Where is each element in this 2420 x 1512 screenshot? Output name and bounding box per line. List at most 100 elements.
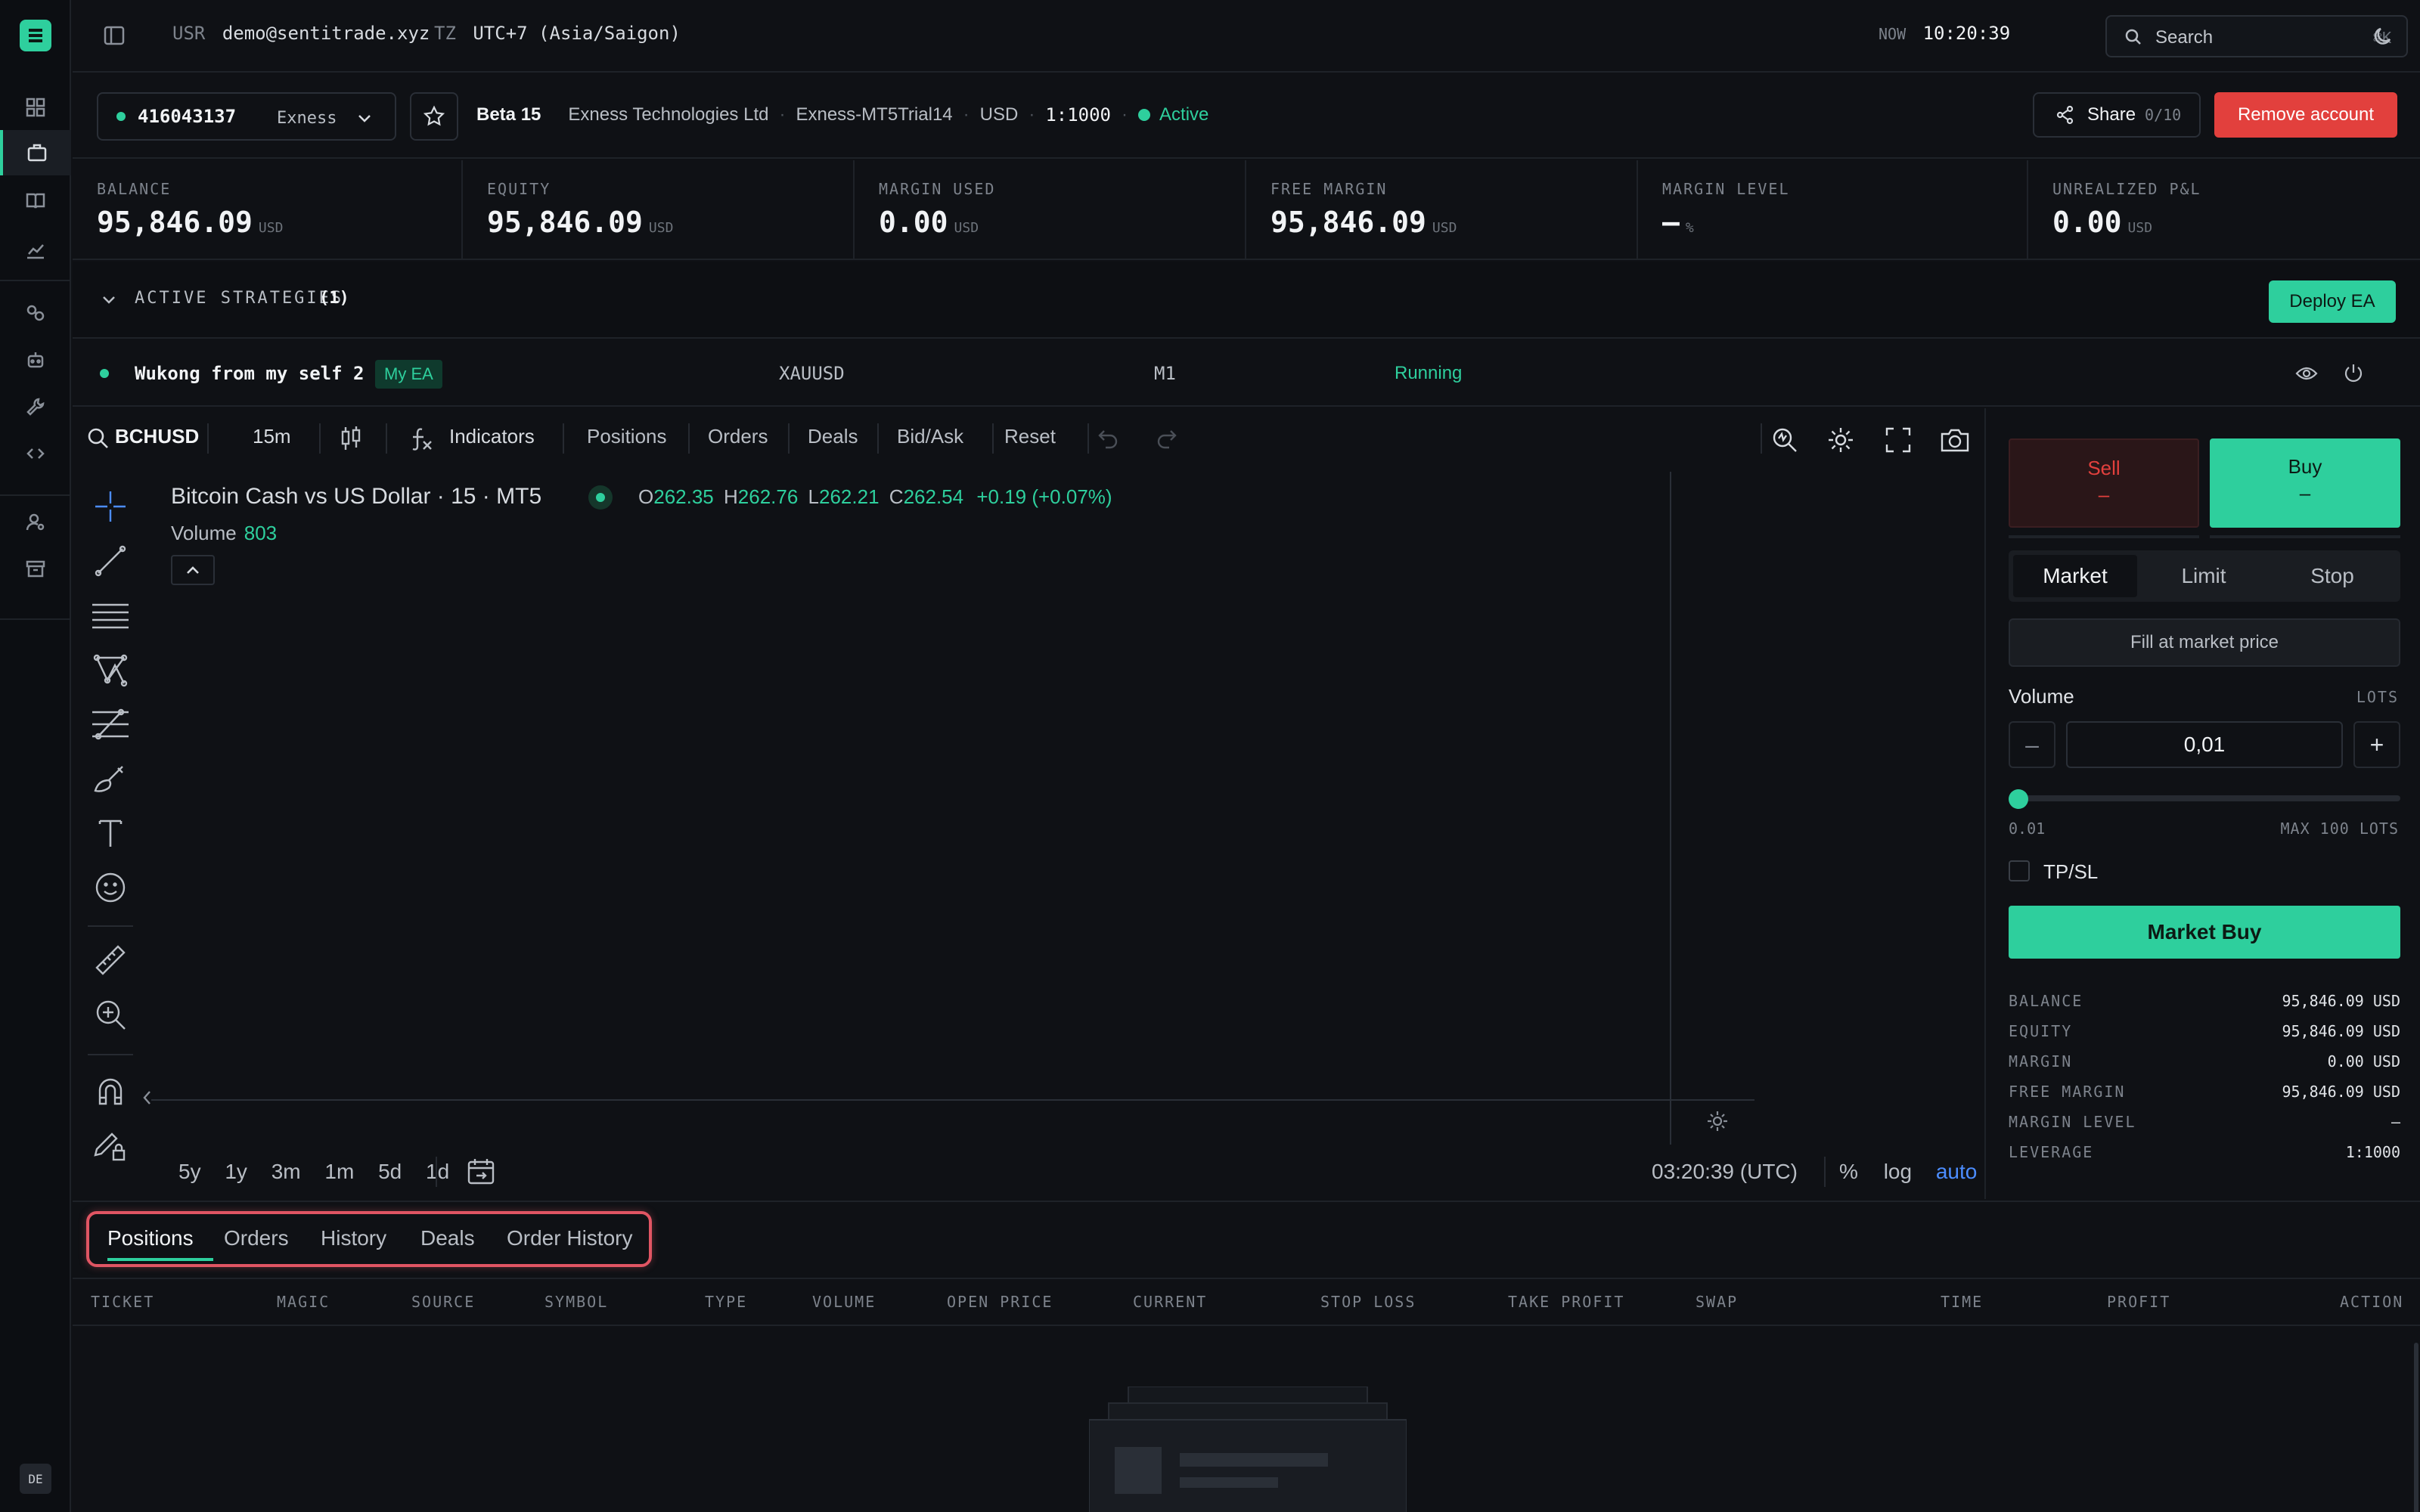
reset-button[interactable]: Reset (1004, 425, 1056, 448)
magnet-icon[interactable] (91, 1070, 130, 1110)
col-magic[interactable]: MAGIC (277, 1293, 330, 1311)
eye-icon[interactable] (2294, 361, 2319, 386)
ruler-icon[interactable] (91, 940, 130, 980)
toggle-bid-ask[interactable]: Bid/Ask (897, 425, 963, 448)
utc-time[interactable]: 03:20:39 (UTC) (1652, 1160, 1798, 1184)
text-icon[interactable] (91, 813, 130, 853)
volume-slider-handle[interactable] (2009, 789, 2028, 809)
tpsl-checkbox[interactable] (2009, 860, 2030, 881)
col-action[interactable]: ACTION (2340, 1293, 2403, 1311)
toggle-orders[interactable]: Orders (708, 425, 768, 448)
gear-icon[interactable] (1826, 425, 1856, 455)
lock-drawings-icon[interactable] (91, 1125, 130, 1164)
col-open-price[interactable]: OPEN PRICE (947, 1293, 1053, 1311)
fullscreen-icon[interactable] (1883, 425, 1913, 455)
indicators-button[interactable]: Indicators (449, 425, 535, 448)
link-icon[interactable] (0, 290, 71, 336)
strategy-row[interactable]: Wukong from my self 2 My EA XAUUSD M1 Ru… (73, 340, 2420, 407)
search-box[interactable]: Search ⌘K (2105, 15, 2408, 57)
wrench-icon[interactable] (0, 384, 71, 429)
tab-deals[interactable]: Deals (420, 1226, 475, 1250)
range-1y[interactable]: 1y (225, 1160, 247, 1183)
candles-icon[interactable] (339, 425, 363, 452)
col-stop-loss[interactable]: STOP LOSS (1320, 1293, 1416, 1311)
toggle-deals[interactable]: Deals (808, 425, 858, 448)
range-5y[interactable]: 5y (178, 1160, 201, 1183)
camera-icon[interactable] (1939, 425, 1971, 455)
buy-button[interactable]: Buy – (2210, 438, 2400, 528)
scrollbar[interactable] (2414, 1343, 2418, 1512)
remove-account-button[interactable]: Remove account (2214, 92, 2397, 138)
price-chart[interactable]: Bitcoin Cash vs US Dollar · 15 · MT5 O26… (143, 472, 1981, 1198)
tab-positions[interactable]: Positions (107, 1226, 194, 1250)
col-current[interactable]: CURRENT (1133, 1293, 1207, 1311)
favorite-button[interactable] (410, 92, 458, 141)
app-logo[interactable] (20, 20, 51, 51)
tab-stop[interactable]: Stop (2270, 555, 2394, 597)
ohlc-legend: O262.35 H262.76 L262.21 C262.54 +0.19 (+… (638, 485, 1112, 508)
search-icon[interactable] (86, 426, 110, 451)
auto-scale-toggle[interactable]: auto (1936, 1160, 1978, 1183)
redo-icon[interactable] (1154, 428, 1178, 449)
bot-icon[interactable] (0, 337, 71, 383)
undo-icon[interactable] (1097, 428, 1121, 449)
interval-select[interactable]: 15m (253, 425, 291, 448)
sidebar-toggle-icon[interactable] (103, 24, 126, 47)
trend-line-icon[interactable] (91, 541, 130, 581)
tab-orders[interactable]: Orders (224, 1226, 289, 1250)
col-take-profit[interactable]: TAKE PROFIT (1508, 1293, 1624, 1311)
goto-date-icon[interactable] (466, 1157, 496, 1187)
market-buy-button[interactable]: Market Buy (2009, 906, 2400, 959)
power-icon[interactable] (2341, 361, 2366, 386)
range-1d[interactable]: 1d (426, 1160, 449, 1183)
archive-icon[interactable] (0, 546, 71, 591)
symbol-search[interactable]: BCHUSD (115, 425, 199, 448)
tab-order-history[interactable]: Order History (507, 1226, 632, 1250)
account-selector[interactable]: 416043137 Exness (97, 92, 396, 141)
deploy-ea-button[interactable]: Deploy EA (2269, 280, 2396, 323)
col-volume[interactable]: VOLUME (812, 1293, 876, 1311)
strategies-header[interactable]: ACTIVE STRATEGIES (1) (73, 262, 2420, 339)
toggle-positions[interactable]: Positions (587, 425, 667, 448)
pattern-icon[interactable] (91, 650, 130, 689)
col-time[interactable]: TIME (1941, 1293, 1983, 1311)
col-profit[interactable]: PROFIT (2107, 1293, 2170, 1311)
journal-icon[interactable] (0, 178, 71, 224)
col-symbol[interactable]: SYMBOL (544, 1293, 608, 1311)
horizontal-lines-icon[interactable] (91, 596, 130, 635)
col-swap[interactable]: SWAP (1696, 1293, 1738, 1311)
chevron-left-icon[interactable] (142, 1089, 153, 1107)
volume-input[interactable]: 0,01 (2066, 721, 2343, 768)
analytics-icon[interactable] (0, 227, 71, 272)
percent-scale-toggle[interactable]: % (1839, 1160, 1858, 1183)
axis-settings-icon[interactable] (1705, 1108, 1730, 1134)
range-1m[interactable]: 1m (324, 1160, 354, 1183)
accounts-icon[interactable] (0, 130, 71, 175)
emoji-icon[interactable] (91, 868, 130, 907)
quick-search-icon[interactable] (1770, 425, 1800, 455)
tab-limit[interactable]: Limit (2142, 555, 2266, 597)
col-ticket[interactable]: TICKET (91, 1293, 154, 1311)
tab-market[interactable]: Market (2013, 555, 2137, 597)
user-settings-icon[interactable] (0, 499, 71, 544)
range-5d[interactable]: 5d (378, 1160, 402, 1183)
dashboard-icon[interactable] (0, 85, 71, 130)
locale-badge[interactable]: DE (20, 1464, 51, 1494)
col-source[interactable]: SOURCE (411, 1293, 475, 1311)
share-button[interactable]: Share 0/10 (2033, 92, 2201, 138)
tab-history[interactable]: History (321, 1226, 386, 1250)
crosshair-icon[interactable] (91, 487, 130, 526)
fib-retracement-icon[interactable] (91, 705, 130, 744)
col-type[interactable]: TYPE (705, 1293, 747, 1311)
sell-button[interactable]: Sell – (2009, 438, 2199, 528)
moon-icon[interactable] (2372, 24, 2396, 48)
volume-slider[interactable] (2019, 795, 2400, 801)
brush-icon[interactable] (91, 759, 130, 798)
collapse-legend-button[interactable] (171, 555, 215, 585)
volume-decrease-button[interactable]: – (2009, 721, 2055, 768)
volume-increase-button[interactable]: + (2353, 721, 2400, 768)
log-scale-toggle[interactable]: log (1884, 1160, 1912, 1183)
range-3m[interactable]: 3m (271, 1160, 301, 1183)
code-icon[interactable] (0, 431, 71, 476)
zoom-in-icon[interactable] (91, 995, 130, 1034)
